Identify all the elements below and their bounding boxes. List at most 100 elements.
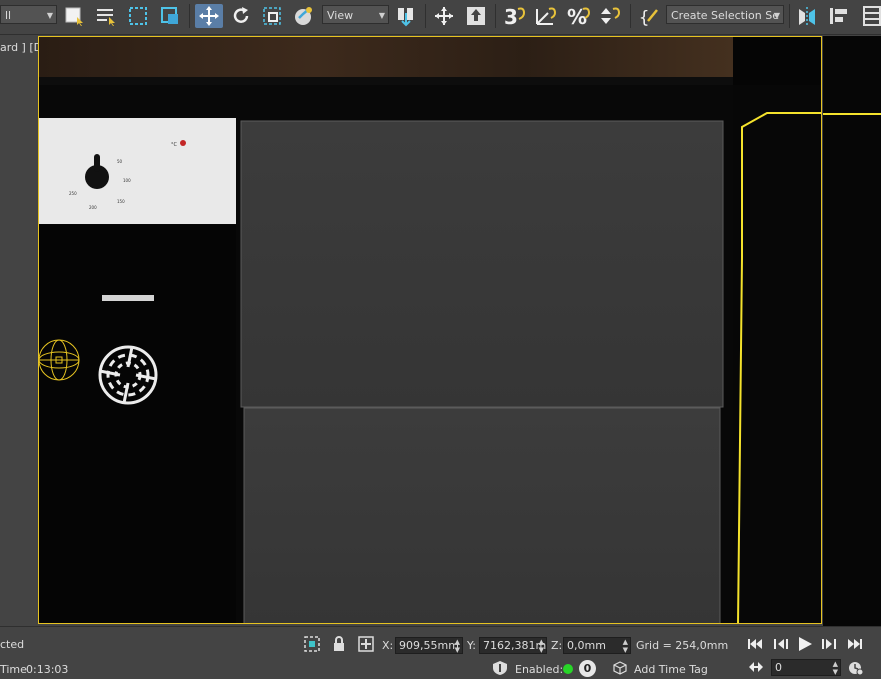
select-by-name-button[interactable]	[94, 4, 118, 28]
select-manipulate-button[interactable]	[291, 4, 317, 28]
worktop-edge	[39, 77, 733, 85]
knob-scale-label: 200	[89, 205, 97, 210]
angle-snap-button[interactable]	[533, 4, 559, 28]
window-crossing-button[interactable]	[158, 4, 182, 28]
spinner-snap-button[interactable]	[597, 4, 623, 28]
indicator-label: °C	[171, 142, 178, 148]
go-to-start-icon	[748, 639, 762, 649]
next-frame-icon	[822, 639, 836, 649]
selection-status: cted	[0, 638, 25, 651]
spinner-arrows-icon[interactable]: ▲ ▼	[833, 660, 838, 675]
absolute-mode-button[interactable]	[357, 635, 375, 653]
y-label: Y:	[467, 639, 476, 652]
layer-explorer-icon	[862, 6, 881, 26]
status-bar: cted Time 0:13:03 X: 909,55mm ▲ ▼ Y: 7162…	[0, 626, 881, 678]
percent-snap-icon: %	[567, 5, 591, 27]
z-coordinate-value: 0,0mm	[567, 639, 606, 652]
selection-filter-dropdown[interactable]: ll ▼	[0, 5, 57, 24]
window-crossing-icon	[161, 7, 178, 24]
active-viewport[interactable]: °C 50 100 150 200 250	[38, 36, 822, 624]
go-to-end-button[interactable]	[846, 637, 866, 653]
use-pivot-icon	[398, 8, 413, 27]
enabled-status-dot	[563, 664, 573, 674]
mirror-button[interactable]	[794, 4, 820, 28]
adaptive-degradation-button[interactable]	[491, 660, 509, 676]
main-toolbar: ll ▼ View ▼ 3 % {Create Selection Se ▼	[0, 0, 881, 35]
move-button[interactable]	[195, 4, 223, 28]
svg-text:3: 3	[504, 5, 518, 27]
selection-lock-button[interactable]	[331, 635, 347, 653]
reference-coord-dropdown[interactable]: View ▼	[322, 5, 389, 24]
align-tool-icon	[830, 8, 847, 24]
align-tool-button[interactable]	[826, 4, 852, 28]
toolbar-separator	[630, 4, 631, 28]
key-mode-icon	[749, 662, 763, 672]
align-icon	[435, 7, 453, 25]
lower-cabinet-door[interactable]	[243, 407, 721, 624]
time-tag-icon-wrap	[613, 661, 627, 675]
edit-named-sets-button[interactable]: {	[636, 4, 662, 28]
layer-explorer-button[interactable]	[858, 4, 881, 28]
select-object-icon	[65, 7, 83, 26]
upper-cabinet-door[interactable]	[240, 120, 724, 408]
isolate-selection-icon	[304, 636, 320, 652]
toolbar-separator	[495, 4, 496, 28]
viewport-right-area	[823, 36, 881, 626]
y-coordinate-value: 7162,381m	[483, 639, 547, 652]
time-configuration-button[interactable]	[848, 660, 864, 676]
toolbar-separator	[425, 4, 426, 28]
x-coordinate-field[interactable]: 909,55mm ▲ ▼	[395, 637, 463, 654]
shield-icon	[493, 661, 507, 675]
percent-snap-button[interactable]: %	[565, 4, 593, 28]
scene-render: °C 50 100 150 200 250	[39, 37, 821, 624]
select-and-place-button[interactable]	[463, 4, 489, 28]
absolute-mode-icon	[358, 636, 374, 652]
time-value: 0:13:03	[26, 663, 69, 676]
current-frame-field[interactable]: 0 ▲ ▼	[771, 659, 841, 676]
lock-icon	[334, 636, 344, 651]
snaps-toggle-button[interactable]: 3	[501, 4, 529, 28]
rect-region-button[interactable]	[126, 4, 150, 28]
isolate-selection-button[interactable]	[303, 635, 321, 653]
knob-scale-label: 50	[117, 159, 123, 164]
add-time-tag-button[interactable]: Add Time Tag	[634, 663, 708, 676]
toolbar-separator	[189, 4, 190, 28]
chevron-down-icon: ▼	[773, 11, 780, 20]
toolbar-separator	[789, 4, 790, 28]
spinner-arrows-icon[interactable]: ▲ ▼	[623, 638, 628, 653]
z-coordinate-field[interactable]: 0,0mm ▲ ▼	[563, 637, 631, 654]
spinner-arrows-icon[interactable]: ▲ ▼	[455, 638, 460, 653]
next-frame-button[interactable]	[820, 637, 840, 653]
snaps-toggle-icon: 3	[504, 5, 526, 27]
play-button[interactable]	[796, 635, 816, 655]
svg-text:{: {	[639, 8, 649, 27]
spinner-snap-icon	[601, 7, 621, 24]
previous-frame-icon	[774, 639, 788, 649]
oven-interior	[39, 225, 236, 623]
y-coordinate-field[interactable]: 7162,381m ▲ ▼	[479, 637, 547, 654]
scale-icon	[263, 7, 281, 25]
select-manipulate-icon	[295, 7, 312, 25]
go-to-end-icon	[848, 639, 862, 649]
wooden-worktop	[39, 37, 733, 77]
rotate-button[interactable]	[229, 4, 253, 28]
scale-button[interactable]	[260, 4, 284, 28]
align-button[interactable]	[431, 4, 457, 28]
spinner-arrows-icon[interactable]: ▲ ▼	[539, 638, 544, 653]
chevron-down-icon: ▼	[378, 11, 385, 20]
enabled-label: Enabled:	[515, 663, 564, 676]
select-object-button[interactable]	[62, 4, 86, 28]
use-pivot-button[interactable]	[394, 4, 418, 28]
oven-indicator-light	[180, 140, 186, 146]
outline-extension	[823, 113, 881, 115]
cube-icon	[613, 661, 627, 675]
key-mode-toggle[interactable]	[748, 660, 764, 674]
go-to-start-button[interactable]	[746, 637, 766, 653]
time-tag-button[interactable]: 0	[579, 660, 596, 677]
oven-rail	[102, 295, 154, 301]
named-selection-set-dropdown[interactable]: Create Selection Se ▼	[666, 5, 784, 24]
previous-frame-button[interactable]	[772, 637, 792, 653]
selection-filter-value: ll	[5, 9, 12, 22]
x-label: X:	[382, 639, 394, 652]
knob-scale-label: 150	[117, 199, 125, 204]
